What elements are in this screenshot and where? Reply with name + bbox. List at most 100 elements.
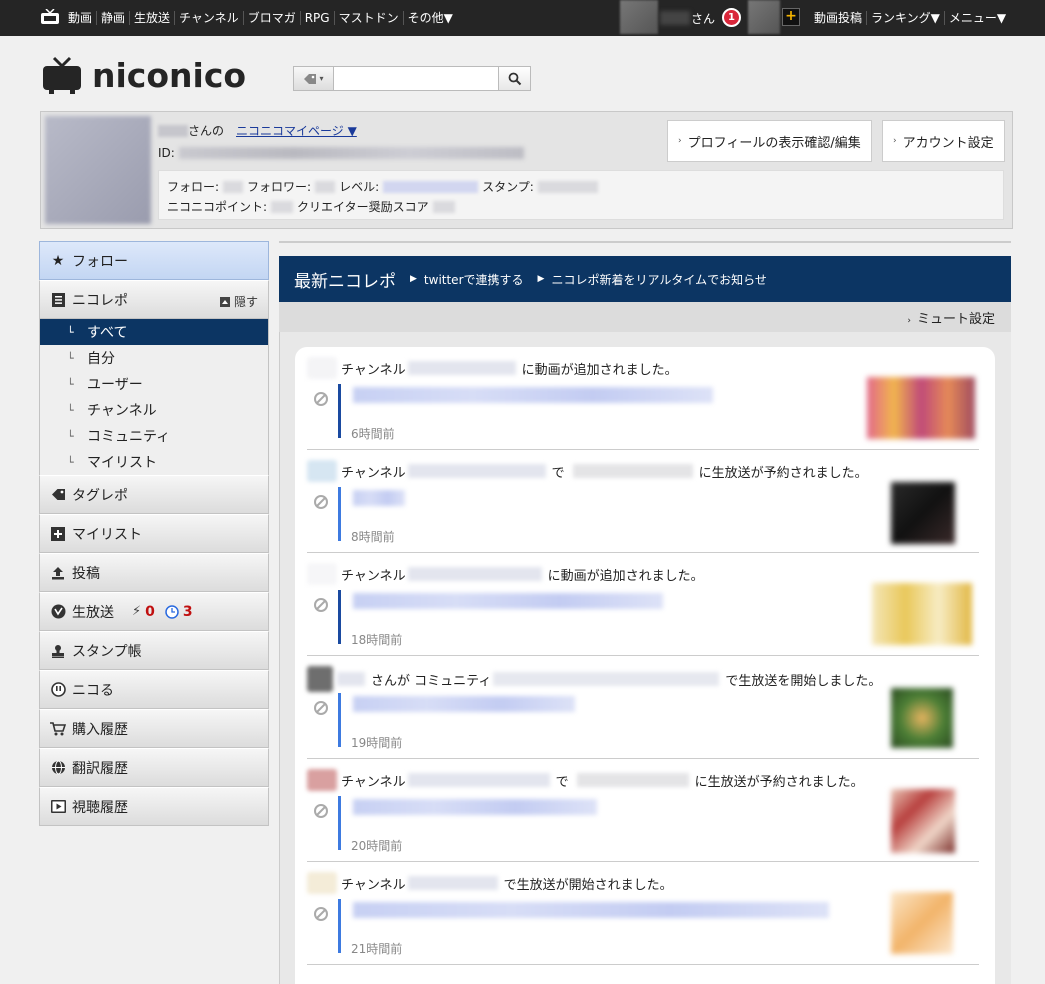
content-title-link[interactable] (353, 387, 713, 403)
list-item: チャンネル に動画が追加されました。 18時間前 (307, 553, 979, 656)
twitter-link[interactable]: ▶ twitterで連携する (410, 271, 524, 288)
premium-avatar[interactable] (748, 0, 780, 34)
mute-icon[interactable] (314, 392, 328, 406)
entry-action: で生放送を開始しました。 (725, 673, 882, 689)
content-thumbnail[interactable] (872, 583, 972, 645)
nav-other-menu[interactable]: その他▼ (402, 11, 457, 25)
content-thumbnail[interactable] (891, 688, 953, 748)
content-title-link[interactable] (353, 696, 575, 712)
content-title-link[interactable] (353, 593, 663, 609)
search-input[interactable] (333, 66, 499, 91)
mute-settings-link[interactable]: › ミュート設定 (907, 308, 995, 327)
sidebar-item-stamp-book[interactable]: スタンプ帳 (39, 631, 269, 670)
nav-seiga[interactable]: 静画 (96, 11, 129, 25)
nav-menu[interactable]: メニュー▼ (943, 11, 1010, 25)
sidebar-item-live[interactable]: 生放送 ⚡ 0 3 (39, 592, 269, 631)
level-blurred (383, 180, 479, 193)
channel-avatar[interactable] (307, 357, 337, 379)
channel-avatar[interactable] (307, 872, 337, 894)
follow-count-blurred (223, 180, 244, 193)
content-title-link[interactable] (353, 902, 829, 918)
entry-time: 6時間前 (351, 427, 395, 441)
community-name-blurred[interactable] (493, 672, 720, 686)
mute-icon[interactable] (314, 598, 328, 612)
sidebar-item-tagrepo[interactable]: タグレポ (39, 475, 269, 514)
follower-label: フォロワー: (247, 180, 312, 194)
hide-toggle[interactable]: 隠す (219, 293, 258, 310)
program-name-blurred[interactable] (572, 464, 693, 478)
mute-icon[interactable] (314, 701, 328, 715)
user-id-blurred (178, 147, 524, 159)
cart-icon (50, 721, 66, 737)
sidebar-item-nicorepo[interactable]: ニコレポ 隠す (39, 280, 269, 319)
sidebar-item-label: 購入履歴 (72, 721, 128, 738)
mute-icon[interactable] (314, 495, 328, 509)
creator-score-label: クリエイター奨励スコア (297, 200, 429, 214)
user-name-blurred[interactable] (337, 672, 365, 686)
niconico-logo[interactable]: niconico (42, 56, 282, 96)
nav-rpg[interactable]: RPG (299, 11, 334, 25)
sidebar-item-follow[interactable]: ★ フォロー (39, 241, 269, 280)
channel-name-blurred[interactable] (407, 464, 546, 478)
user-avatar[interactable] (620, 0, 658, 34)
sidebar-item-purchase-history[interactable]: 購入履歴 (39, 709, 269, 748)
sidebar-item-translation-history[interactable]: 翻訳履歴 (39, 748, 269, 787)
nav-upload[interactable]: 動画投稿 (810, 11, 866, 25)
content-thumbnail[interactable] (891, 892, 953, 954)
sidebar-sub-self[interactable]: └ 自分 (39, 345, 269, 371)
realtime-notify-link[interactable]: ▶ ニコレポ新着をリアルタイムでお知らせ (538, 271, 767, 288)
sidebar-sub-mylist[interactable]: └ マイリスト (39, 449, 269, 475)
channel-avatar[interactable] (307, 460, 337, 482)
creator-score-blurred (432, 200, 455, 213)
channel-avatar[interactable] (307, 563, 337, 585)
mypage-menu-link[interactable]: ニコニコマイページ ▼ (236, 122, 357, 139)
content-thumbnail[interactable] (891, 482, 955, 544)
mute-icon[interactable] (314, 804, 328, 818)
sidebar-item-watch-history[interactable]: 視聴履歴 (39, 787, 269, 826)
nav-blomaga[interactable]: ブロマガ (242, 11, 300, 25)
list-icon (50, 292, 66, 308)
sidebar-item-label: スタンプ帳 (72, 643, 142, 660)
channel-name-blurred[interactable] (407, 361, 516, 375)
live-indicator-bar (338, 796, 341, 850)
stamp-label: スタンプ: (482, 180, 534, 194)
nav-mastodon[interactable]: マストドン (333, 11, 403, 25)
mute-icon[interactable] (314, 907, 328, 921)
channel-avatar[interactable] (307, 769, 337, 791)
user-avatar[interactable] (307, 666, 333, 692)
sidebar-sub-all[interactable]: └ すべて (39, 319, 269, 345)
channel-name-blurred[interactable] (407, 567, 542, 581)
list-item: チャンネル で に生放送が予約されました。 8時間前 (307, 450, 979, 553)
profile-edit-button[interactable]: › プロフィールの表示確認/編集 (667, 120, 872, 162)
sidebar-item-label: 翻訳履歴 (72, 760, 128, 777)
tree-branch-icon: └ (67, 325, 74, 339)
notification-badge[interactable]: 1 (722, 8, 741, 27)
sidebar-sub-community[interactable]: └ コミュニティ (39, 423, 269, 449)
channel-name-blurred[interactable] (407, 773, 550, 787)
tree-branch-icon: └ (67, 377, 74, 391)
plus-icon[interactable]: + (782, 8, 800, 26)
feed-panel: チャンネル に動画が追加されました。 6時間前 チャンネル で に生放送が予約さ… (279, 332, 1011, 984)
nicorepo-feed: チャンネル に動画が追加されました。 6時間前 チャンネル で に生放送が予約さ… (295, 347, 995, 984)
content-title-link[interactable] (353, 490, 405, 506)
mylist-icon (50, 526, 66, 542)
account-settings-button[interactable]: › アカウント設定 (882, 120, 1005, 162)
content-thumbnail[interactable] (891, 789, 955, 853)
sidebar-sub-user[interactable]: └ ユーザー (39, 371, 269, 397)
nav-video[interactable]: 動画 (66, 11, 96, 25)
nav-ranking[interactable]: ランキング▼ (866, 11, 944, 25)
content-thumbnail[interactable] (867, 377, 975, 439)
content-title-link[interactable] (353, 799, 597, 815)
sidebar-item-mylist[interactable]: マイリスト (39, 514, 269, 553)
user-name-blurred[interactable] (660, 11, 690, 25)
program-name-blurred[interactable] (576, 773, 689, 787)
niconico-tv-icon[interactable] (40, 9, 60, 25)
sidebar-item-nicoru[interactable]: ニコる (39, 670, 269, 709)
sidebar-sub-channel[interactable]: └ チャンネル (39, 397, 269, 423)
search-button[interactable] (499, 66, 531, 91)
nav-channel[interactable]: チャンネル (174, 11, 243, 25)
sidebar-item-post[interactable]: 投稿 (39, 553, 269, 592)
nav-live[interactable]: 生放送 (129, 11, 174, 25)
channel-name-blurred[interactable] (407, 876, 498, 890)
search-type-select[interactable]: ▾ (293, 66, 333, 91)
